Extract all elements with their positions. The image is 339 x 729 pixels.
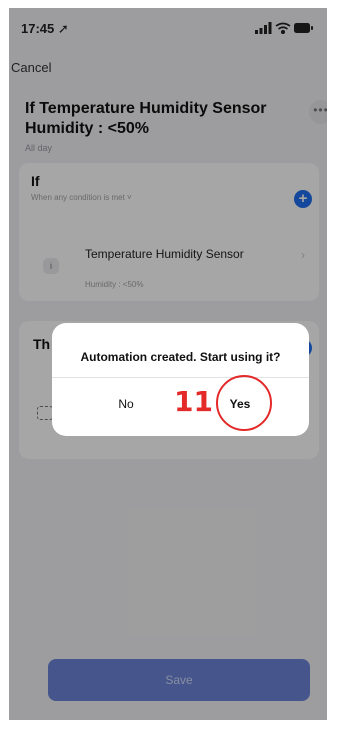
dialog-divider xyxy=(52,377,309,378)
highlight-circle xyxy=(216,375,272,431)
phone-screen: 17:45 ➚ Cancel If Temperature Humidity S… xyxy=(9,8,327,720)
confirmation-dialog: Automation created. Start using it? No Y… xyxy=(52,323,309,436)
dialog-message: Automation created. Start using it? xyxy=(80,350,281,364)
no-button[interactable]: No xyxy=(106,397,146,411)
step-number-annotation: 11 xyxy=(174,385,213,418)
